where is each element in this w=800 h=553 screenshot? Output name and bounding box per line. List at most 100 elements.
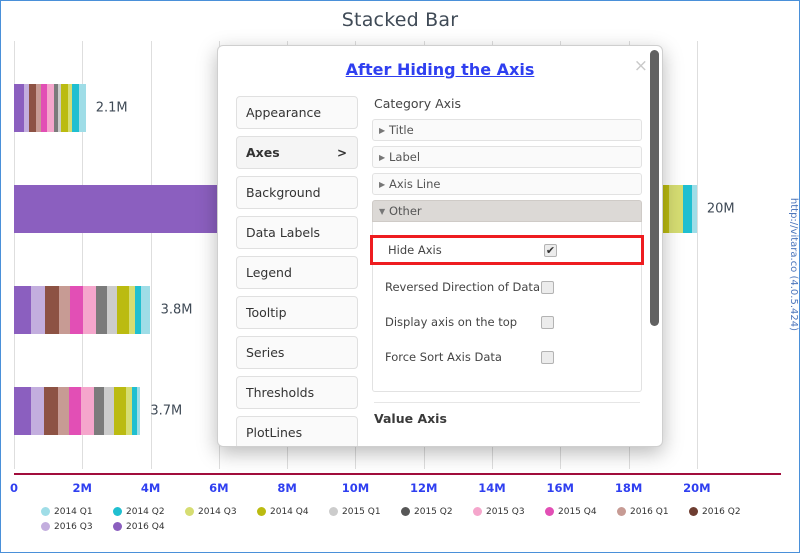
- legend-label: 2015 Q2: [414, 506, 453, 517]
- bar-segment[interactable]: [93, 387, 105, 435]
- legend-item[interactable]: 2016 Q3: [41, 519, 113, 534]
- sidebar-item-label: Axes: [246, 145, 280, 160]
- sidebar-item-plotlines[interactable]: PlotLines: [236, 416, 358, 446]
- bar-segment[interactable]: [44, 387, 58, 435]
- legend-color-swatch: [41, 507, 50, 516]
- sidebar-item-label: Series: [246, 345, 285, 360]
- checkbox-force-sort-axis-data[interactable]: [541, 350, 554, 364]
- bar-segment[interactable]: [136, 387, 141, 435]
- option-row-hide-axis[interactable]: Hide Axis ✔: [370, 235, 644, 265]
- option-row-reversed-direction-of-data[interactable]: Reversed Direction of Data: [373, 274, 641, 300]
- legend-color-swatch: [473, 507, 482, 516]
- bar-segment[interactable]: [669, 185, 684, 233]
- legend-color-swatch: [617, 507, 626, 516]
- accordion-label[interactable]: ▶ Label: [372, 146, 642, 168]
- legend-item[interactable]: 2015 Q4: [545, 504, 617, 519]
- sidebar-item-label: Thresholds: [246, 385, 315, 400]
- legend-item[interactable]: 2014 Q1: [41, 504, 113, 519]
- legend-item[interactable]: 2014 Q4: [257, 504, 329, 519]
- sidebar-item-label: Background: [246, 185, 321, 200]
- sidebar-item-series[interactable]: Series: [236, 336, 358, 369]
- accordion-list: ▶ Title ▶ Label ▶ Axis Line ▼ Other Hide Axis ✔ Re…: [370, 119, 644, 392]
- bar-total-label: 3.7M: [150, 403, 183, 419]
- bar-segment[interactable]: [116, 286, 129, 334]
- dialog-scrollbar-thumb[interactable]: [650, 50, 659, 326]
- value-axis-ticks: 0 2M 4M 6M 8M 10M 12M 14M 16M 18M 20M: [10, 481, 760, 499]
- bar-segment[interactable]: [46, 84, 54, 132]
- legend-item[interactable]: 2016 Q4: [113, 519, 185, 534]
- bar-segment[interactable]: [140, 286, 151, 334]
- bar-segment[interactable]: [14, 185, 226, 233]
- legend-item[interactable]: 2016 Q1: [617, 504, 689, 519]
- bar-segment[interactable]: [80, 387, 94, 435]
- gridline: [696, 41, 698, 469]
- application-window: Stacked Bar 2.1M 20M 3.8M 3.7M 0 2M 4M 6M 8M 10M…: [0, 0, 800, 553]
- legend-item[interactable]: 2015 Q2: [401, 504, 473, 519]
- panel-divider: [374, 402, 640, 403]
- legend-label: 2015 Q4: [558, 506, 597, 517]
- legend-label: 2016 Q3: [54, 521, 93, 532]
- accordion-label: Axis Line: [389, 177, 441, 191]
- stacked-bar[interactable]: [14, 84, 86, 132]
- legend-label: 2016 Q2: [702, 506, 741, 517]
- sidebar-item-background[interactable]: Background: [236, 176, 358, 209]
- bar-segment[interactable]: [57, 387, 69, 435]
- bar-segment[interactable]: [70, 286, 83, 334]
- legend-label: 2014 Q2: [126, 506, 165, 517]
- checkbox-reversed-direction-of-data[interactable]: [541, 280, 554, 294]
- value-axis-tick-label: 18M: [614, 481, 643, 495]
- bar-segment[interactable]: [14, 286, 32, 334]
- bar-segment[interactable]: [106, 286, 117, 334]
- bar-segment[interactable]: [113, 387, 126, 435]
- sidebar-item-data-labels[interactable]: Data Labels: [236, 216, 358, 249]
- sidebar-item-tooltip[interactable]: Tooltip: [236, 296, 358, 329]
- accordion-axis-line[interactable]: ▶ Axis Line: [372, 173, 642, 195]
- bar-segment[interactable]: [82, 286, 97, 334]
- bar-segment[interactable]: [45, 286, 60, 334]
- sidebar-item-legend[interactable]: Legend: [236, 256, 358, 289]
- bar-segment[interactable]: [683, 185, 693, 233]
- legend-item[interactable]: 2016 Q2: [689, 504, 761, 519]
- close-icon[interactable]: ×: [634, 58, 648, 75]
- option-label: Display axis on the top: [385, 315, 518, 329]
- bar-segment[interactable]: [68, 387, 81, 435]
- legend-label: 2014 Q4: [270, 506, 309, 517]
- bar-segment[interactable]: [31, 286, 46, 334]
- legend-color-swatch: [257, 507, 266, 516]
- value-axis-tick-label: 14M: [478, 481, 506, 495]
- stacked-bar[interactable]: [14, 286, 151, 334]
- bar-segment[interactable]: [78, 84, 86, 132]
- bar-segment[interactable]: [71, 84, 79, 132]
- sidebar-item-thresholds[interactable]: Thresholds: [236, 376, 358, 409]
- dialog-scrollbar[interactable]: [650, 50, 659, 442]
- dialog-title: After Hiding the Axis: [345, 60, 535, 79]
- accordion-other[interactable]: ▼ Other: [372, 200, 642, 222]
- checkbox-display-axis-on-the-top[interactable]: [541, 315, 554, 329]
- legend-color-swatch: [689, 507, 698, 516]
- option-row-force-sort-axis-data[interactable]: Force Sort Axis Data: [373, 344, 641, 370]
- bar-segment[interactable]: [14, 387, 31, 435]
- bar-segment[interactable]: [692, 185, 697, 233]
- stacked-bar[interactable]: [14, 387, 141, 435]
- accordion-label: Other: [389, 204, 422, 218]
- sidebar-item-label: Data Labels: [246, 225, 321, 240]
- legend-label: 2016 Q4: [126, 521, 165, 532]
- bar-total-label: 2.1M: [95, 100, 128, 116]
- legend-item[interactable]: 2014 Q2: [113, 504, 185, 519]
- sidebar-item-appearance[interactable]: Appearance: [236, 96, 358, 129]
- bar-segment[interactable]: [59, 286, 71, 334]
- accordion-title[interactable]: ▶ Title: [372, 119, 642, 141]
- sidebar-item-axes[interactable]: Axes >: [236, 136, 358, 169]
- legend-item[interactable]: 2015 Q3: [473, 504, 545, 519]
- bar-segment[interactable]: [14, 84, 24, 132]
- option-row-display-axis-on-the-top[interactable]: Display axis on the top: [373, 309, 641, 335]
- legend-color-swatch: [113, 507, 122, 516]
- bar-segment[interactable]: [30, 387, 45, 435]
- chevron-right-icon: ▶: [379, 125, 386, 135]
- legend-item[interactable]: 2014 Q3: [185, 504, 257, 519]
- legend-color-swatch: [185, 507, 194, 516]
- bar-segment[interactable]: [104, 387, 114, 435]
- bar-segment[interactable]: [96, 286, 107, 334]
- checkbox-hide-axis[interactable]: ✔: [544, 243, 557, 257]
- legend-item[interactable]: 2015 Q1: [329, 504, 401, 519]
